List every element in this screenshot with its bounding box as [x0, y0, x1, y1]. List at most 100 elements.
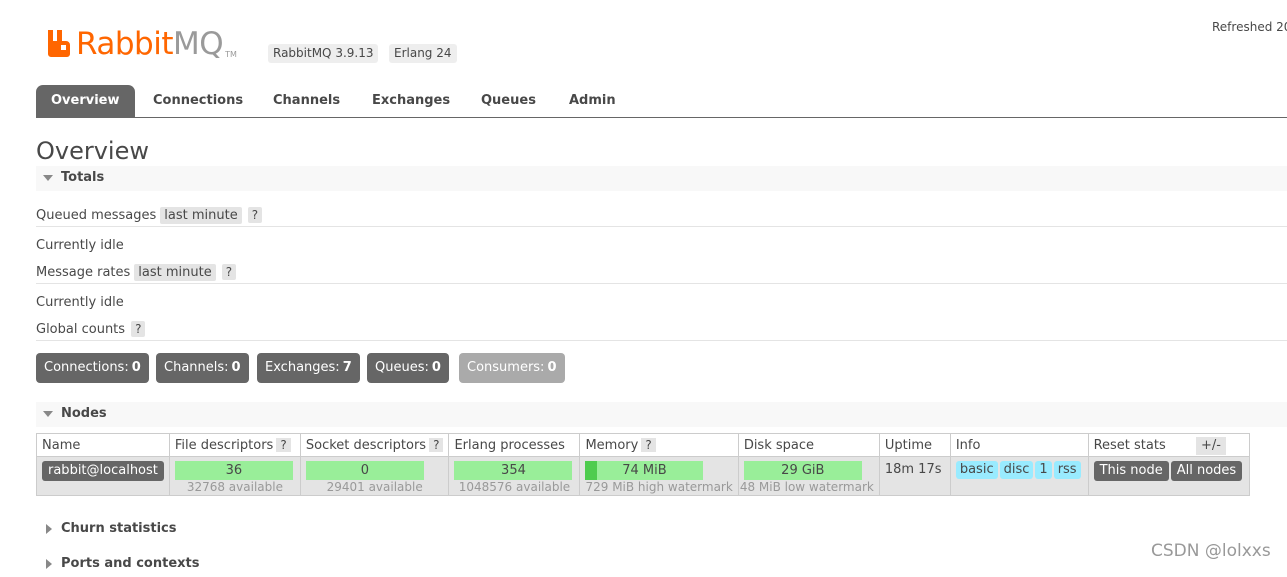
disk-value: 29 GiB — [781, 463, 825, 478]
col-uptime: Uptime — [878, 433, 951, 457]
socket-desc-bar: 0 — [305, 461, 424, 480]
erlang-proc-bar: 354 — [454, 461, 573, 480]
count-value: 0 — [131, 360, 141, 375]
node-link[interactable]: rabbit@localhost — [42, 461, 164, 481]
queued-messages-row: Queued messages last minute? — [36, 207, 263, 224]
cell-reset-stats: This node All nodes — [1087, 456, 1251, 496]
col-memory: Memory? — [579, 433, 739, 457]
ports-contexts-section-header[interactable]: Ports and contexts — [36, 552, 1287, 577]
rabbitmq-logo[interactable]: Rabbit MQ TM — [46, 24, 237, 64]
memory-fill — [585, 461, 598, 480]
col-info: Info — [949, 433, 1089, 457]
uptime-value: 18m 17s — [884, 462, 942, 477]
nodes-section-header[interactable]: Nodes — [36, 402, 1287, 427]
count-value: 0 — [431, 360, 441, 375]
column-toggle-button[interactable]: +/- — [1196, 437, 1226, 455]
consumers-count[interactable]: Consumers: 0 — [459, 353, 565, 383]
count-label: Exchanges: — [265, 360, 340, 375]
memory-value: 74 MiB — [622, 463, 667, 478]
tab-exchanges[interactable]: Exchanges — [372, 85, 450, 117]
channels-count[interactable]: Channels: 0 — [156, 353, 249, 383]
cell-memory: 74 MiB 729 MiB high watermark — [579, 456, 739, 496]
tab-admin[interactable]: Admin — [569, 85, 616, 117]
version-badge: RabbitMQ 3.9.13 — [268, 44, 379, 63]
global-counts-help-button[interactable]: ? — [131, 321, 146, 337]
queued-status: Currently idle — [36, 238, 124, 253]
message-rates-row: Message rates last minute? — [36, 264, 237, 281]
cell-file-descriptors: 36 32768 available — [168, 456, 301, 496]
exchanges-count[interactable]: Exchanges: 7 — [257, 353, 360, 383]
count-label: Consumers: — [467, 360, 545, 375]
churn-statistics-heading: Churn statistics — [61, 521, 177, 536]
totals-heading: Totals — [61, 170, 105, 185]
help-button[interactable]: ? — [429, 437, 444, 452]
churn-statistics-section-header[interactable]: Churn statistics — [36, 517, 1287, 542]
col-label: Socket descriptors — [305, 437, 427, 453]
cell-info: basic disc 1 rss — [949, 456, 1089, 496]
reset-all-nodes-button[interactable]: All nodes — [1170, 461, 1243, 481]
global-counts-label: Global counts — [36, 322, 126, 337]
col-label: Memory — [585, 437, 639, 453]
cell-erlang-processes: 354 1048576 available — [448, 456, 581, 496]
cell-name: rabbit@localhost — [36, 456, 170, 496]
col-label: File descriptors — [174, 437, 274, 453]
nodes-heading: Nodes — [61, 406, 107, 421]
info-tag-disc[interactable]: disc — [999, 461, 1034, 479]
count-value: 7 — [342, 360, 352, 375]
logo-trademark: TM — [225, 50, 237, 59]
disk-bar: 29 GiB — [743, 461, 862, 480]
erlang-badge: Erlang 24 — [389, 44, 457, 63]
tab-queues[interactable]: Queues — [481, 85, 536, 117]
count-label: Queues: — [375, 360, 429, 375]
cell-disk-space: 29 GiB 48 MiB low watermark — [737, 456, 880, 496]
erlang-proc-value: 354 — [501, 463, 526, 478]
queued-help-button[interactable]: ? — [247, 207, 263, 223]
help-button[interactable]: ? — [641, 437, 656, 452]
count-value: 0 — [231, 360, 241, 375]
message-rates-label: Message rates — [36, 265, 131, 280]
col-name: Name — [36, 433, 170, 457]
page-title: Overview — [36, 137, 149, 165]
totals-section-header[interactable]: Totals — [36, 166, 1287, 191]
collapse-triangle-icon — [43, 411, 53, 417]
queued-messages-label: Queued messages — [36, 208, 157, 223]
logo-text-mq: MQ — [172, 26, 224, 62]
reset-this-node-button[interactable]: This node — [1093, 461, 1169, 481]
tab-overview[interactable]: Overview — [36, 85, 135, 117]
rates-help-button[interactable]: ? — [221, 264, 237, 280]
info-tag-count[interactable]: 1 — [1035, 461, 1052, 479]
memory-watermark: 729 MiB high watermark — [585, 480, 733, 494]
connections-count[interactable]: Connections: 0 — [36, 353, 149, 383]
cell-socket-descriptors: 0 29401 available — [299, 456, 450, 496]
count-value: 0 — [547, 360, 557, 375]
main-tabs: Overview Connections Channels Exchanges … — [36, 85, 1287, 118]
file-desc-available: 32768 available — [186, 480, 283, 494]
refreshed-status[interactable]: Refreshed 20 — [1212, 20, 1287, 34]
divider — [36, 226, 1287, 227]
queues-count[interactable]: Queues: 0 — [367, 353, 449, 383]
info-tag-basic[interactable]: basic — [955, 461, 998, 479]
logo-text-rabbit: Rabbit — [76, 26, 173, 62]
table-header-row: Name File descriptors? Socket descriptor… — [36, 433, 1251, 457]
socket-desc-value: 0 — [360, 463, 370, 478]
col-socket-descriptors: Socket descriptors? — [299, 433, 450, 457]
file-desc-value: 36 — [225, 463, 243, 478]
tab-connections[interactable]: Connections — [153, 85, 243, 117]
disk-watermark: 48 MiB low watermark — [739, 480, 874, 494]
help-button[interactable]: ? — [276, 437, 291, 452]
col-file-descriptors: File descriptors? — [168, 433, 301, 457]
file-desc-bar: 36 — [174, 461, 293, 480]
col-erlang-processes: Erlang processes — [448, 433, 581, 457]
rates-period-selector[interactable]: last minute — [134, 264, 216, 281]
queued-period-selector[interactable]: last minute — [160, 207, 242, 224]
count-label: Connections: — [44, 360, 129, 375]
tab-channels[interactable]: Channels — [273, 85, 340, 117]
socket-desc-available: 29401 available — [326, 480, 423, 494]
cell-uptime: 18m 17s — [878, 456, 951, 496]
collapse-triangle-icon — [43, 175, 53, 181]
count-label: Channels: — [164, 360, 229, 375]
info-tag-rss[interactable]: rss — [1053, 461, 1081, 479]
rabbit-logo-icon — [48, 30, 70, 57]
erlang-proc-available: 1048576 available — [458, 480, 571, 494]
ports-contexts-heading: Ports and contexts — [61, 556, 200, 571]
